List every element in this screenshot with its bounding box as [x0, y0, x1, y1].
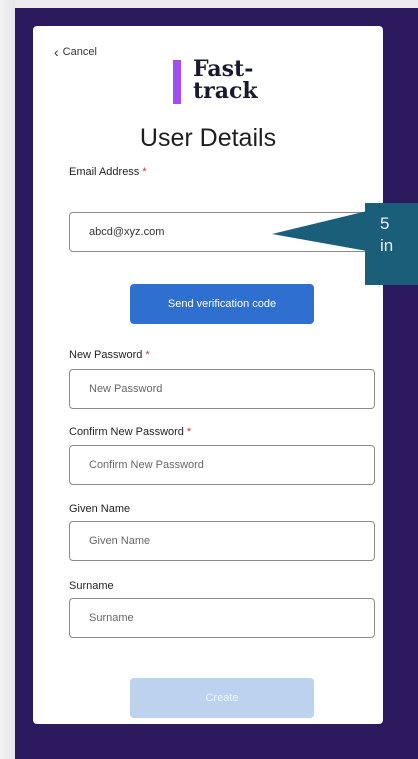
create-button[interactable]: Create — [130, 678, 314, 718]
given-name-label-row: Given Name — [69, 503, 130, 515]
email-label-row: Email Address * — [69, 166, 147, 178]
email-label: Email Address — [69, 166, 140, 178]
confirm-password-label: Confirm New Password — [69, 426, 184, 438]
logo-line-1: Fast- — [193, 56, 254, 82]
fasttrack-logo: Fast- track — [173, 58, 283, 106]
new-password-label-row: New Password * — [69, 349, 150, 361]
required-marker: * — [142, 166, 147, 178]
cancel-label: Cancel — [62, 46, 97, 58]
surname-label-row: Surname — [69, 580, 114, 592]
logo-line-2: track — [193, 78, 258, 104]
confirm-password-field[interactable] — [69, 445, 375, 485]
cancel-link[interactable]: ‹ Cancel — [54, 44, 97, 60]
surname-field[interactable] — [69, 598, 375, 638]
new-password-field[interactable] — [69, 369, 375, 409]
logo-bar — [173, 60, 181, 104]
callout-line-1: 5 — [380, 214, 390, 233]
background-left-strip — [0, 0, 15, 759]
callout-pointer — [272, 211, 367, 251]
surname-label: Surname — [69, 580, 114, 592]
callout-line-2: in — [380, 236, 394, 255]
new-password-label: New Password — [69, 349, 143, 361]
given-name-field[interactable] — [69, 521, 375, 561]
required-marker: * — [145, 349, 150, 361]
callout-box: 5 in — [365, 203, 418, 285]
send-verification-code-button[interactable]: Send verification code — [130, 284, 314, 324]
page-title: User Details — [139, 124, 277, 152]
required-marker: * — [186, 426, 192, 438]
chevron-left-icon: ‹ — [54, 44, 59, 60]
confirm-password-label-row: Confirm New Password * — [69, 426, 191, 438]
given-name-label: Given Name — [69, 503, 131, 515]
background-top-strip — [0, 0, 418, 8]
logo-text: Fast- track — [193, 58, 258, 102]
